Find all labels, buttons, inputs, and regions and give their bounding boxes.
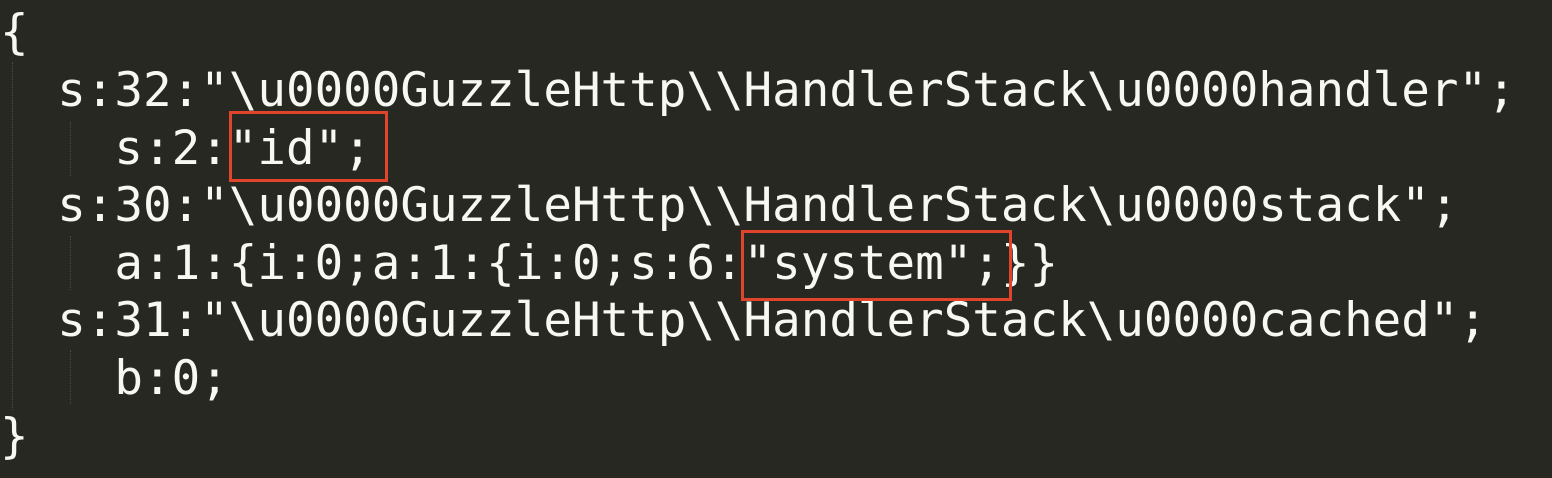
code-line-7[interactable]: b:0; — [0, 350, 228, 407]
code-editor[interactable]: { s:32:"\u0000GuzzleHttp\\HandlerStack\u… — [0, 0, 1552, 478]
code-line-1[interactable]: { — [0, 4, 29, 61]
code-line-5[interactable]: a:1:{i:0;a:1:{i:0;s:6:"system";}} — [0, 235, 1058, 292]
code-line-3[interactable]: s:2:"id"; — [0, 120, 371, 177]
code-line-4[interactable]: s:30:"\u0000GuzzleHttp\\HandlerStack\u00… — [0, 177, 1458, 234]
code-line-8[interactable]: } — [0, 408, 29, 465]
code-line-2[interactable]: s:32:"\u0000GuzzleHttp\\HandlerStack\u00… — [0, 62, 1515, 119]
code-line-6[interactable]: s:31:"\u0000GuzzleHttp\\HandlerStack\u00… — [0, 292, 1487, 349]
